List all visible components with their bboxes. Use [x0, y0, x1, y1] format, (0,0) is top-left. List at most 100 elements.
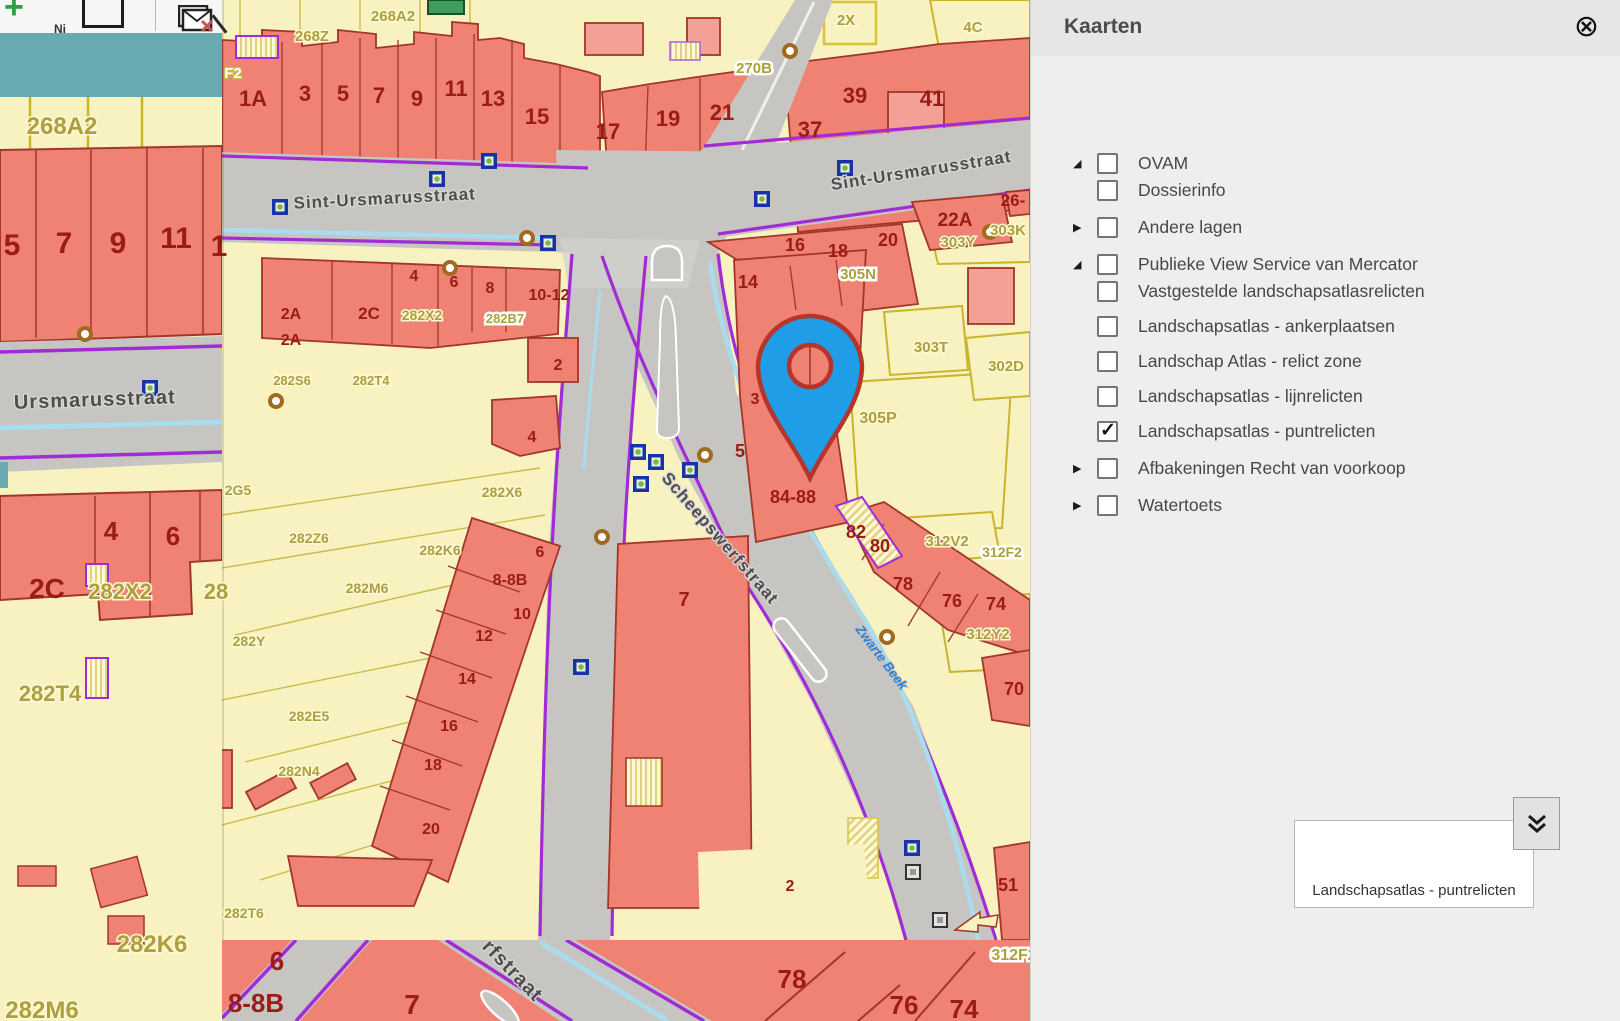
- collapse-toggle-icon[interactable]: ◢: [1073, 258, 1097, 271]
- house-number-label: 16: [785, 235, 805, 255]
- parcel-code-label: 282X2: [88, 579, 152, 604]
- panel-title: Kaarten: [1064, 15, 1142, 39]
- parcel-code-label: 282B7: [486, 311, 524, 326]
- layer-checkbox[interactable]: [1097, 316, 1118, 337]
- layer-checkbox[interactable]: [1097, 351, 1118, 372]
- house-number-label: 7: [56, 227, 73, 260]
- toolbar-fragment: + Ni: [0, 0, 222, 34]
- close-icon[interactable]: ⊗: [1574, 10, 1599, 44]
- layer-label[interactable]: Dossierinfo: [1138, 180, 1226, 201]
- expand-toggle-icon[interactable]: ▶: [1073, 499, 1097, 512]
- layer-label[interactable]: Andere lagen: [1138, 217, 1242, 238]
- parcel-code-label: 282X6: [482, 484, 523, 500]
- layer-label[interactable]: Landschapsatlas - puntrelicten: [1138, 421, 1375, 442]
- house-number-label: 76: [890, 990, 919, 1020]
- parcel-code-label: 312V2: [925, 533, 968, 550]
- add-icon[interactable]: +: [4, 0, 24, 27]
- layer-label[interactable]: Afbakeningen Recht van voorkoop: [1138, 458, 1406, 479]
- layer-checkbox[interactable]: [1097, 495, 1118, 516]
- parcel-code-label: 312F2: [991, 947, 1030, 964]
- layer-row-dossierinfo[interactable]: Dossierinfo: [1031, 177, 1620, 204]
- parcel-code-label: 312Y2: [966, 626, 1009, 643]
- layer-row-andere-lagen[interactable]: ▶ Andere lagen: [1031, 214, 1620, 241]
- layer-label[interactable]: Landschapsatlas - lijnrelicten: [1138, 386, 1363, 407]
- house-number-label: 11: [160, 222, 192, 255]
- layer-checkbox[interactable]: [1097, 217, 1118, 238]
- layer-label[interactable]: Watertoets: [1138, 495, 1222, 516]
- rectangle-select-icon[interactable]: [82, 0, 124, 28]
- envelope-delete-icon[interactable]: [178, 5, 216, 33]
- parcel-code-label: 303Y: [940, 234, 975, 251]
- layer-label[interactable]: Landschapsatlas - ankerplaatsen: [1138, 316, 1395, 337]
- boundary-point-icon: [79, 328, 91, 340]
- layer-row-landschapsatlas-puntrelicten[interactable]: Landschapsatlas - puntrelicten: [1031, 418, 1620, 445]
- layer-row-ovam[interactable]: ◢ OVAM: [1031, 150, 1620, 177]
- boundary-point-icon: [881, 631, 893, 643]
- layer-row-landschapsatlas-ankerplaatsen[interactable]: Landschapsatlas - ankerplaatsen: [1031, 313, 1620, 340]
- house-number-label: 9: [411, 86, 423, 111]
- layer-row-landschapsatlas-lijnrelicten[interactable]: Landschapsatlas - lijnrelicten: [1031, 383, 1620, 410]
- layer-checkbox[interactable]: [1097, 281, 1118, 302]
- house-number-label: 78: [893, 574, 913, 594]
- parcel-code-label: 302D: [988, 358, 1024, 375]
- house-number-label: 2C: [358, 304, 380, 323]
- house-number-label: 84-88: [770, 487, 816, 507]
- boundary-point-icon: [270, 395, 282, 407]
- house-number-label: 5: [337, 81, 349, 106]
- layer-checkbox[interactable]: [1097, 180, 1118, 201]
- house-number-label: 11: [444, 76, 467, 101]
- layer-row-watertoets[interactable]: ▶ Watertoets: [1031, 492, 1620, 519]
- house-number-label: 14: [458, 671, 476, 688]
- house-number-label: 1A: [239, 86, 267, 111]
- parcel-code-label: 282K6: [419, 542, 460, 558]
- parcel-code-label: 28: [204, 579, 228, 604]
- house-number-label: 6: [270, 946, 284, 976]
- house-number-label: 6: [166, 521, 180, 551]
- parcel-code-label: 268A2: [371, 8, 415, 25]
- legend-selected-layer-label: Landschapsatlas - puntrelicten: [1295, 882, 1533, 899]
- layer-label[interactable]: OVAM: [1138, 153, 1188, 174]
- house-number-label: 1: [211, 230, 228, 263]
- house-number-label: 76: [942, 591, 962, 611]
- boundary-point-icon: [444, 262, 456, 274]
- house-number-label: 10-12: [529, 287, 570, 304]
- expand-toggle-icon[interactable]: ▶: [1073, 462, 1097, 475]
- layers-panel: Kaarten ⊗ ◢ OVAM Dossierinfo ▶ Andere lagen ◢…: [1030, 0, 1620, 1021]
- layer-checkbox[interactable]: [1097, 458, 1118, 479]
- layer-checkbox[interactable]: [1097, 386, 1118, 407]
- layer-label[interactable]: Landschap Atlas - relict zone: [1138, 351, 1362, 372]
- selection-highlight-band: [0, 33, 222, 97]
- application-window: Sint-UrsmarusstraatSint-UrsmarusstraatUr…: [0, 0, 1620, 1021]
- house-number-label: 5: [735, 441, 745, 461]
- layer-row-landschap-atlas-relict-zone[interactable]: Landschap Atlas - relict zone: [1031, 348, 1620, 375]
- house-number-label: 20: [422, 821, 440, 838]
- collapse-toggle-icon[interactable]: ◢: [1073, 157, 1097, 170]
- map-canvas[interactable]: Sint-UrsmarusstraatSint-UrsmarusstraatUr…: [0, 0, 1030, 1021]
- house-number-label: 14: [738, 272, 758, 292]
- map-area[interactable]: Sint-UrsmarusstraatSint-UrsmarusstraatUr…: [0, 0, 1030, 1021]
- house-number-label: 18: [424, 757, 442, 774]
- house-number-label: 39: [843, 83, 867, 108]
- layer-row-vastgestelde-landschapsatlasrelicten[interactable]: Vastgestelde landschapsatlasrelicten: [1031, 278, 1620, 305]
- house-number-label: 22A: [938, 210, 973, 231]
- house-number-label: 10: [513, 606, 531, 623]
- double-chevron-down-icon[interactable]: [1513, 797, 1560, 850]
- house-number-label: 12: [475, 628, 493, 645]
- house-number-label: 2: [554, 357, 563, 374]
- house-number-label: 8: [486, 280, 495, 297]
- layer-label[interactable]: Vastgestelde landschapsatlasrelicten: [1138, 281, 1425, 302]
- house-number-label: 51: [998, 875, 1018, 895]
- layer-checkbox[interactable]: [1097, 254, 1118, 275]
- house-number-label: 80: [870, 536, 890, 556]
- layer-row-publieke-view-service-van-mercator[interactable]: ◢ Publieke View Service van Mercator: [1031, 251, 1620, 278]
- parcel-code-label: 312F2: [982, 544, 1022, 560]
- layer-checkbox[interactable]: [1097, 421, 1118, 442]
- expand-toggle-icon[interactable]: ▶: [1073, 221, 1097, 234]
- layer-checkbox[interactable]: [1097, 153, 1118, 174]
- layer-label[interactable]: Publieke View Service van Mercator: [1138, 254, 1418, 275]
- house-number-label: 6: [450, 274, 459, 291]
- parcel-code-label: 282T4: [353, 373, 391, 388]
- boundary-point-icon: [596, 531, 608, 543]
- layer-row-afbakeningen-recht-van-voorkoop[interactable]: ▶ Afbakeningen Recht van voorkoop: [1031, 455, 1620, 482]
- parcel-code-label: 282K6: [117, 931, 188, 958]
